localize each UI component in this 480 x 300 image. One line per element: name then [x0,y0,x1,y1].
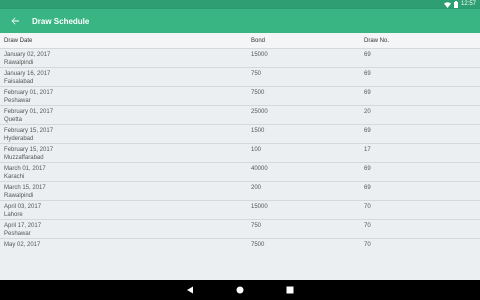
draw-city: Peshawar [4,231,31,237]
draw-date: February 15, 2017 [4,147,54,153]
draw-date: April 17, 2017 [4,223,42,229]
draw-date-cell: May 02, 2017 [4,241,40,248]
draw-no-cell: 70 [364,242,371,248]
nav-home-button[interactable] [235,285,245,295]
table-row[interactable]: April 03, 2017 Lahore 15000 70 [0,201,480,220]
bond-cell: 15000 [251,52,268,58]
draw-no-cell: 69 [364,128,371,134]
arrow-left-icon [11,17,19,25]
draw-date-cell: February 01, 2017 Peshawar [4,89,53,105]
draw-date-cell: February 01, 2017 Quetta [4,108,53,124]
back-button[interactable] [0,9,30,33]
navigation-bar [0,280,480,300]
status-bar: 12:57 [0,0,480,9]
table-row[interactable]: January 02, 2017 Rawalpindi 15000 69 [0,49,480,68]
table-row[interactable]: January 16, 2017 Faisalabad 750 69 [0,68,480,87]
table-row[interactable]: May 02, 2017 7500 70 [0,239,480,248]
draw-no-cell: 20 [364,109,371,115]
draw-no-cell: 17 [364,147,371,153]
app-bar: Draw Schedule [0,9,480,33]
nav-back-button[interactable] [185,285,195,295]
draw-date: February 01, 2017 [4,90,54,96]
draw-no-cell: 70 [364,223,371,229]
triangle-back-icon [187,286,193,294]
header-draw-date: Draw Date [4,37,33,44]
draw-city: Muzzaffarabad [4,155,44,161]
draw-date: February 01, 2017 [4,109,54,115]
draw-date-cell: February 15, 2017 Muzzaffarabad [4,146,53,162]
draw-no-cell: 70 [364,204,371,210]
square-recents-icon [286,286,294,294]
draw-date-cell: March 15, 2017 Rawalpindi [4,184,46,200]
table-row[interactable]: March 01, 2017 Karachi 40000 69 [0,163,480,182]
bond-cell: 7500 [251,90,265,96]
header-bond: Bond [251,37,266,44]
draw-city: Rawalpindi [4,60,34,66]
circle-home-icon [236,286,244,294]
empty-area [0,248,480,280]
bond-cell: 100 [251,147,262,153]
header-draw-no: Draw No. [364,37,390,44]
draw-date-cell: March 01, 2017 Karachi [4,165,46,181]
draw-city: Karachi [4,174,25,180]
nav-recents-button[interactable] [285,285,295,295]
table-row[interactable]: February 15, 2017 Hyderabad 1500 69 [0,125,480,144]
draw-date-cell: April 17, 2017 Peshawar [4,222,41,238]
draw-date: March 15, 2017 [4,185,46,191]
draw-city: Peshawar [4,98,31,104]
draw-city: Rawalpindi [4,193,34,199]
draw-date: March 01, 2017 [4,166,46,172]
status-time: 12:57 [460,1,476,7]
draw-date: February 15, 2017 [4,128,54,134]
bond-cell: 7500 [251,242,265,248]
bond-cell: 40000 [251,166,268,172]
draw-no-cell: 69 [364,166,371,172]
bond-cell: 1500 [251,128,265,134]
draw-city: Quetta [4,117,23,123]
draw-no-cell: 69 [364,71,371,77]
table-row[interactable]: February 15, 2017 Muzzaffarabad 100 17 [0,144,480,163]
draw-city: Hyderabad [4,136,34,142]
table-row[interactable]: April 17, 2017 Peshawar 750 70 [0,220,480,239]
draw-date-cell: April 03, 2017 Lahore [4,203,41,219]
draw-date-cell: February 15, 2017 Hyderabad [4,127,53,143]
bond-cell: 15000 [251,204,268,210]
draw-city: Lahore [4,212,23,218]
draw-date-cell: January 02, 2017 Rawalpindi [4,51,50,67]
table-row[interactable]: March 15, 2017 Rawalpindi 200 69 [0,182,480,201]
draw-date: May 02, 2017 [4,242,41,248]
draw-schedule-table[interactable]: Draw Date Bond Draw No. January 02, 2017… [0,33,480,248]
table-header: Draw Date Bond Draw No. [0,33,480,49]
draw-no-cell: 69 [364,185,371,191]
battery-icon [453,1,458,8]
wifi-icon [443,1,451,8]
bond-cell: 750 [251,223,262,229]
draw-date: January 02, 2017 [4,52,51,58]
bond-cell: 750 [251,71,262,77]
table-row[interactable]: February 01, 2017 Peshawar 7500 69 [0,87,480,106]
page-title: Draw Schedule [32,16,90,26]
table-row[interactable]: February 01, 2017 Quetta 25000 20 [0,106,480,125]
draw-no-cell: 69 [364,52,371,58]
draw-date: January 16, 2017 [4,71,51,77]
draw-no-cell: 69 [364,90,371,96]
bond-cell: 200 [251,185,262,191]
draw-date: April 03, 2017 [4,204,42,210]
bond-cell: 25000 [251,109,268,115]
draw-date-cell: January 16, 2017 Faisalabad [4,70,50,86]
draw-city: Faisalabad [4,79,34,85]
